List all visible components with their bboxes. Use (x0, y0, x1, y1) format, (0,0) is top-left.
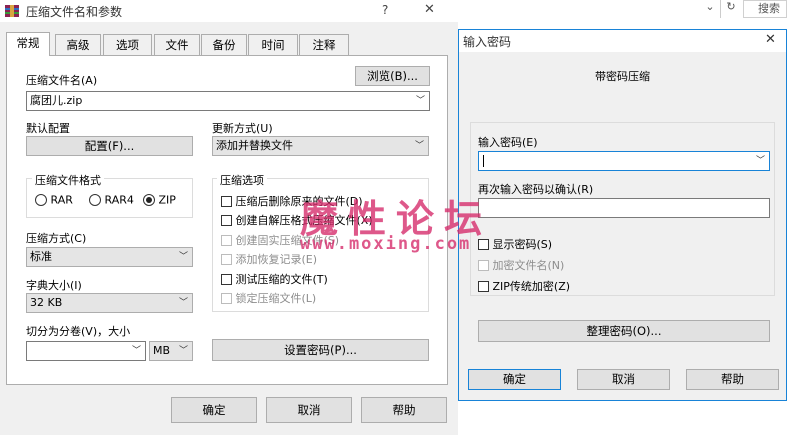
split-unit-select[interactable]: MB ﹀ (149, 341, 193, 361)
password-dialog-title: 输入密码 (463, 35, 512, 49)
option-sfx-checkbox[interactable] (221, 214, 232, 226)
chevron-down-icon: ﹀ (178, 252, 188, 262)
main-help-button[interactable]: 帮助 (361, 397, 447, 423)
password-heading: 带密码压缩 (595, 70, 650, 83)
password-title-bar: 输入密码 ✕ (459, 30, 786, 52)
option-lock-checkbox (221, 292, 232, 304)
tab-comment[interactable]: 注释 (299, 34, 349, 55)
dict-label: 字典大小(I) (26, 279, 82, 292)
split-size-input[interactable]: ﹀ (26, 341, 146, 361)
enter-password-input[interactable]: ﹀ (478, 151, 770, 171)
method-value: 标准 (30, 250, 52, 263)
enter-password-label: 输入密码(E) (478, 136, 538, 149)
password-cancel-button[interactable]: 取消 (577, 369, 670, 390)
archive-name-label: 压缩文件名(A) (26, 74, 98, 87)
chevron-down-icon: ﹀ (178, 298, 188, 308)
option-solid-checkbox (221, 234, 232, 246)
archive-name-value: 腐团儿.zip (30, 94, 83, 107)
update-mode-select[interactable]: 添加并替换文件 ﹀ (212, 136, 429, 156)
option-delete-checkbox[interactable] (221, 195, 232, 207)
dict-value: 32 KB (30, 296, 63, 309)
reenter-password-label: 再次输入密码以确认(R) (478, 183, 594, 196)
main-cancel-button[interactable]: 取消 (266, 397, 352, 423)
dropdown-glyph: ⌄ (705, 0, 715, 13)
tab-files[interactable]: 文件 (154, 34, 200, 55)
encrypt-names-label: 加密文件名(N) (492, 259, 565, 272)
option-test[interactable]: 测试压缩的文件(T) (221, 271, 328, 287)
format-rar-label: RAR (50, 193, 73, 207)
option-test-label: 测试压缩的文件(T) (235, 273, 328, 286)
chevron-down-icon: ﹀ (178, 346, 188, 356)
refresh-button[interactable]: ↻ (720, 0, 741, 18)
format-rar4-radio[interactable]: RAR4 (89, 193, 134, 207)
archive-options-title: 压缩选项 (217, 172, 267, 188)
chevron-down-icon: ﹀ (755, 156, 765, 166)
main-close-button[interactable]: ✕ (424, 2, 435, 17)
winrar-app-icon (4, 3, 20, 19)
encrypt-names-option: 加密文件名(N) (478, 257, 564, 273)
address-dropdown[interactable]: ⌄ (698, 0, 722, 18)
update-mode-value: 添加并替换文件 (216, 139, 293, 152)
method-select[interactable]: 标准 ﹀ (26, 247, 193, 267)
show-password-label: 显示密码(S) (492, 238, 553, 251)
radio-rar[interactable] (35, 194, 47, 206)
password-dialog: 输入密码 ✕ 带密码压缩 输入密码(E) ﹀ 再次输入密码以确认(R) 显示密码… (458, 29, 787, 401)
split-label: 切分为分卷(V)，大小 (26, 325, 131, 338)
zip-legacy-label: ZIP传统加密(Z) (492, 280, 571, 293)
tab-advanced[interactable]: 高级 (55, 34, 101, 55)
option-recovery-label: 添加恢复记录(E) (235, 253, 318, 266)
password-ok-button[interactable]: 确定 (468, 369, 561, 390)
chevron-down-icon: ﹀ (414, 141, 424, 151)
option-lock-label: 锁定压缩文件(L) (235, 292, 317, 305)
option-test-checkbox[interactable] (221, 273, 232, 285)
tab-backup[interactable]: 备份 (201, 34, 247, 55)
tab-general[interactable]: 常规 (6, 32, 50, 56)
tab-time[interactable]: 时间 (248, 34, 298, 55)
format-zip-radio[interactable]: ZIP (143, 193, 176, 207)
help-glyph-button[interactable]: ? (382, 3, 388, 17)
format-rar-radio[interactable]: RAR (35, 193, 73, 207)
method-label: 压缩方式(C) (26, 232, 87, 245)
format-rar4-label: RAR4 (104, 193, 134, 207)
update-mode-label: 更新方式(U) (212, 122, 273, 135)
search-box[interactable]: 搜索 (743, 0, 787, 18)
chevron-down-icon: ﹀ (415, 96, 425, 106)
split-unit-value: MB (153, 344, 171, 357)
main-ok-button[interactable]: 确定 (171, 397, 257, 423)
main-window-title: 压缩文件名和参数 (26, 5, 123, 19)
set-password-button[interactable]: 设置密码(P)... (212, 339, 429, 361)
dict-select[interactable]: 32 KB ﹀ (26, 293, 193, 313)
profiles-button[interactable]: 配置(F)... (26, 136, 193, 156)
encrypt-names-checkbox (478, 259, 489, 271)
archive-name-input[interactable]: 腐团儿.zip ﹀ (26, 91, 430, 111)
main-title-bar: 压缩文件名和参数 ? ✕ (0, 0, 458, 22)
reenter-password-input[interactable] (478, 198, 770, 218)
tab-options[interactable]: 选项 (103, 34, 152, 55)
radio-rar4[interactable] (89, 194, 101, 206)
chevron-down-icon: ﹀ (131, 346, 141, 356)
option-recovery-checkbox (221, 253, 232, 265)
password-close-button[interactable]: ✕ (765, 32, 776, 47)
search-placeholder: 搜索 (758, 2, 780, 15)
zip-legacy-checkbox[interactable] (478, 280, 489, 292)
default-profile-label: 默认配置 (26, 122, 70, 135)
format-zip-label: ZIP (158, 193, 176, 207)
forum-watermark-url: www.moxing.com (300, 234, 472, 254)
organize-passwords-button[interactable]: 整理密码(O)... (478, 320, 770, 342)
browse-button[interactable]: 浏览(B)... (355, 66, 430, 86)
option-lock: 锁定压缩文件(L) (221, 290, 316, 306)
refresh-icon: ↻ (726, 0, 736, 13)
password-help-button[interactable]: 帮助 (686, 369, 779, 390)
zip-legacy-option[interactable]: ZIP传统加密(Z) (478, 278, 570, 294)
archive-format-title: 压缩文件格式 (32, 172, 104, 188)
text-caret (483, 155, 484, 167)
radio-zip[interactable] (143, 194, 155, 206)
